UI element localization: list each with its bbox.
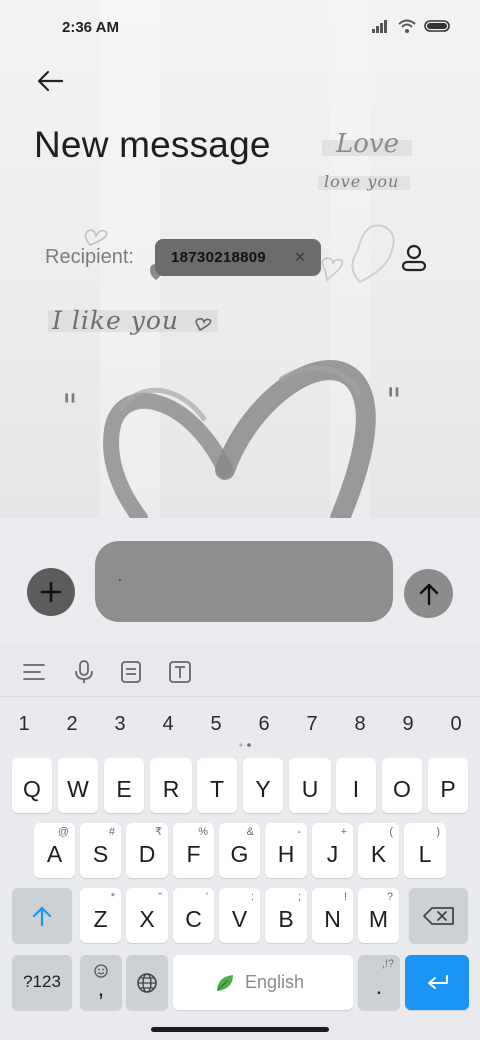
key-t[interactable]: T bbox=[197, 758, 237, 813]
i-like-you-caption: I like you bbox=[52, 306, 179, 335]
key-o[interactable]: O bbox=[382, 758, 422, 813]
leaf-icon bbox=[217, 975, 233, 991]
key-8[interactable]: 8 bbox=[340, 706, 380, 742]
emoji-comma-key[interactable]: , bbox=[80, 955, 122, 1010]
space-key[interactable]: English bbox=[173, 955, 353, 1010]
period-key[interactable]: ,!? . bbox=[358, 955, 400, 1010]
send-button[interactable] bbox=[404, 569, 453, 618]
message-input-text: . bbox=[118, 568, 122, 584]
key-h[interactable]: -H bbox=[265, 823, 307, 878]
key-5[interactable]: 5 bbox=[196, 706, 236, 742]
status-icons bbox=[372, 18, 452, 38]
text-format-icon[interactable] bbox=[167, 659, 193, 685]
key-k[interactable]: (K bbox=[358, 823, 399, 878]
key-6[interactable]: 6 bbox=[244, 706, 284, 742]
key-2[interactable]: 2 bbox=[52, 706, 92, 742]
page-title: New message bbox=[34, 124, 271, 165]
message-background: " " Love love you I like you 2:36 AM New… bbox=[0, 0, 480, 518]
key-i[interactable]: I bbox=[336, 758, 376, 813]
key-d[interactable]: ₹ D bbox=[126, 823, 168, 878]
key-n[interactable]: ! N bbox=[312, 888, 353, 943]
page-indicator-dots bbox=[239, 743, 251, 747]
key-s[interactable]: # S bbox=[80, 823, 121, 878]
key-g[interactable]: & G bbox=[219, 823, 260, 878]
key-7[interactable]: 7 bbox=[292, 706, 332, 742]
enter-arrow-icon bbox=[428, 975, 448, 989]
key-3[interactable]: 3 bbox=[100, 706, 140, 742]
menu-icon[interactable] bbox=[21, 659, 47, 685]
signal-icon bbox=[372, 19, 390, 38]
key-x[interactable]: " X bbox=[126, 888, 168, 943]
recipient-chip[interactable]: 18730218809 × bbox=[155, 239, 321, 276]
key-w[interactable]: W bbox=[58, 758, 98, 813]
microphone-icon[interactable] bbox=[71, 659, 97, 685]
number-row: 1 2 3 4 5 6 7 8 9 0 bbox=[0, 706, 480, 742]
message-input[interactable] bbox=[95, 541, 393, 622]
key-e[interactable]: E bbox=[104, 758, 144, 813]
key-l[interactable]: ) L bbox=[404, 823, 446, 878]
key-u[interactable]: U bbox=[289, 758, 331, 813]
battery-icon bbox=[424, 19, 452, 38]
key-z[interactable]: * Z bbox=[80, 888, 121, 943]
key-m[interactable]: ? M bbox=[358, 888, 399, 943]
key-r[interactable]: R bbox=[150, 758, 192, 813]
status-bar: 2:36 AM bbox=[0, 0, 480, 56]
key-j[interactable]: + J bbox=[312, 823, 353, 878]
enter-key[interactable] bbox=[405, 955, 469, 1010]
globe-icon bbox=[137, 973, 157, 993]
key-4[interactable]: 4 bbox=[148, 706, 188, 742]
symbols-key[interactable]: ?123 bbox=[12, 955, 72, 1010]
send-arrow-icon bbox=[419, 583, 438, 605]
key-v[interactable]: :V bbox=[219, 888, 260, 943]
key-b[interactable]: ; B bbox=[265, 888, 307, 943]
add-contact-button[interactable] bbox=[394, 238, 434, 278]
clipboard-icon[interactable] bbox=[118, 659, 144, 685]
key-1[interactable]: 1 bbox=[4, 706, 44, 742]
key-p[interactable]: P bbox=[428, 758, 468, 813]
status-time: 2:36 AM bbox=[62, 19, 119, 36]
back-arrow-icon bbox=[37, 70, 64, 92]
svg-text:": " bbox=[62, 387, 78, 427]
key-0[interactable]: 0 bbox=[436, 706, 476, 742]
backspace-icon bbox=[423, 907, 454, 925]
shift-key[interactable] bbox=[12, 888, 72, 943]
attach-button[interactable] bbox=[27, 568, 75, 616]
backspace-key[interactable] bbox=[409, 888, 468, 943]
remove-recipient-icon[interactable]: × bbox=[291, 247, 309, 267]
key-y[interactable]: Y bbox=[243, 758, 283, 813]
key-q[interactable]: Q bbox=[12, 758, 52, 813]
love-you-caption: love you bbox=[324, 172, 400, 191]
recipient-number: 18730218809 bbox=[171, 249, 267, 266]
key-c[interactable]: ' C bbox=[173, 888, 214, 943]
contact-person-icon bbox=[401, 244, 427, 272]
key-a[interactable]: @ A bbox=[34, 823, 75, 878]
key-f[interactable]: % F bbox=[173, 823, 214, 878]
language-key[interactable] bbox=[126, 955, 168, 1010]
key-9[interactable]: 9 bbox=[388, 706, 428, 742]
love-caption: Love bbox=[336, 129, 399, 159]
wifi-icon bbox=[398, 19, 416, 38]
recipient-label: Recipient: bbox=[45, 246, 134, 268]
svg-text:": " bbox=[386, 381, 402, 421]
plus-icon bbox=[40, 581, 62, 603]
back-button[interactable] bbox=[28, 62, 72, 100]
shift-arrow-icon bbox=[32, 906, 52, 927]
home-indicator[interactable] bbox=[151, 1027, 329, 1032]
